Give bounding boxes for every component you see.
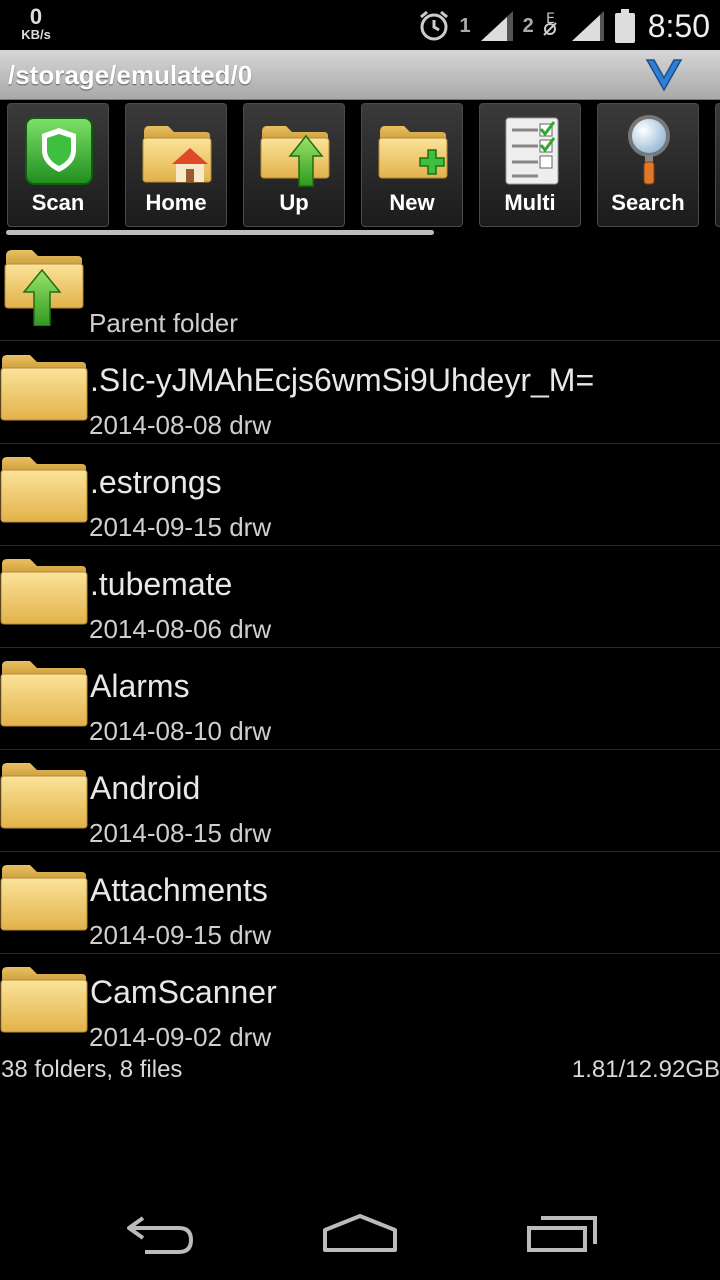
multi-button-label: Multi — [504, 190, 556, 215]
list-item[interactable]: Alarms 2014-08-10 drw — [0, 648, 720, 750]
folder-icon — [0, 862, 88, 932]
search-button-label: Search — [611, 190, 685, 215]
current-path: /storage/emulated/0 — [8, 60, 253, 90]
data-edge-icon: E — [543, 11, 557, 36]
item-name: .SIc-yJMAhEcjs6wmSi9Uhdeyr_M= — [90, 362, 595, 398]
item-meta: 2014-09-02 drw — [89, 1022, 272, 1052]
folder-icon — [0, 760, 88, 830]
dropdown-chevron-icon[interactable] — [644, 56, 684, 94]
item-name: .estrongs — [90, 464, 222, 500]
up-button[interactable]: Up — [243, 103, 345, 227]
home-icon[interactable] — [315, 1204, 405, 1264]
item-name: .tubemate — [90, 566, 233, 602]
toolbar: Scan Home Up New Multi Search — [0, 100, 720, 235]
magnifier-icon — [628, 115, 670, 185]
up-button-label: Up — [279, 190, 309, 215]
search-button[interactable]: Search — [597, 103, 699, 227]
parent-folder-row[interactable]: Parent folder — [0, 240, 720, 341]
item-name: Android — [90, 770, 201, 806]
list-item[interactable]: Android 2014-08-15 drw — [0, 750, 720, 852]
home-folder-icon — [142, 126, 212, 183]
multi-button[interactable]: Multi — [479, 103, 581, 227]
item-counts: 38 folders, 8 files — [1, 1056, 183, 1083]
item-meta: 2014-09-15 drw — [89, 920, 272, 950]
home-button[interactable]: Home — [125, 103, 227, 227]
home-button-label: Home — [145, 190, 207, 215]
clock: 8:50 — [647, 7, 710, 44]
shield-icon — [25, 117, 93, 185]
up-folder-icon — [260, 126, 330, 187]
list-item[interactable]: .SIc-yJMAhEcjs6wmSi9Uhdeyr_M= 2014-08-08… — [0, 342, 720, 444]
new-button[interactable]: New — [361, 103, 463, 227]
alarm-icon — [420, 10, 449, 41]
new-folder-icon — [378, 126, 448, 179]
path-bar[interactable]: /storage/emulated/0 — [0, 50, 720, 100]
signal-sim2-icon — [571, 11, 604, 41]
sim2-label: 2 — [522, 14, 534, 37]
network-speed: 0 KB/s — [14, 6, 58, 42]
battery-icon — [614, 9, 635, 43]
item-meta: 2014-09-15 drw — [89, 512, 272, 542]
folder-icon — [0, 964, 88, 1034]
list-item[interactable]: .estrongs 2014-09-15 drw — [0, 444, 720, 546]
new-button-label: New — [389, 190, 435, 215]
parent-folder-icon — [4, 250, 84, 326]
item-meta: 2014-08-15 drw — [89, 818, 272, 848]
item-name: Attachments — [90, 872, 268, 908]
folder-icon — [0, 352, 88, 422]
status-bar: 0 KB/s 1 2 E 8:50 — [0, 0, 720, 50]
storage-summary: 38 folders, 8 files 1.81/12.92GB — [0, 1054, 720, 1084]
list-item[interactable]: Attachments 2014-09-15 drw — [0, 852, 720, 954]
recent-apps-icon[interactable] — [515, 1204, 605, 1264]
toolbar-overflow-button[interactable] — [715, 103, 720, 227]
folder-icon — [0, 454, 88, 524]
item-meta: 2014-08-08 drw — [89, 410, 272, 440]
network-speed-value: 0 — [29, 4, 43, 29]
storage-usage: 1.81/12.92GB — [571, 1056, 720, 1083]
folder-icon — [0, 658, 88, 728]
navigation-bar — [0, 1184, 720, 1280]
scan-button[interactable]: Scan — [7, 103, 109, 227]
sim1-label: 1 — [459, 14, 471, 37]
status-icons: 1 2 E 8:50 — [417, 6, 710, 46]
item-name: CamScanner — [90, 974, 277, 1010]
scan-button-label: Scan — [31, 190, 85, 215]
checklist-icon — [505, 117, 559, 185]
back-icon[interactable] — [115, 1204, 205, 1264]
item-meta: 2014-08-06 drw — [89, 614, 272, 644]
item-name: Alarms — [90, 668, 190, 704]
toolbar-scroll-indicator — [6, 230, 434, 235]
network-speed-unit: KB/s — [21, 27, 51, 42]
item-meta: 2014-08-10 drw — [89, 716, 272, 746]
signal-sim1-icon — [480, 11, 513, 41]
folder-icon — [0, 556, 88, 626]
list-item[interactable]: CamScanner 2014-09-02 drw — [0, 954, 720, 1054]
list-item[interactable]: .tubemate 2014-08-06 drw — [0, 546, 720, 648]
parent-folder-label: Parent folder — [89, 308, 238, 338]
